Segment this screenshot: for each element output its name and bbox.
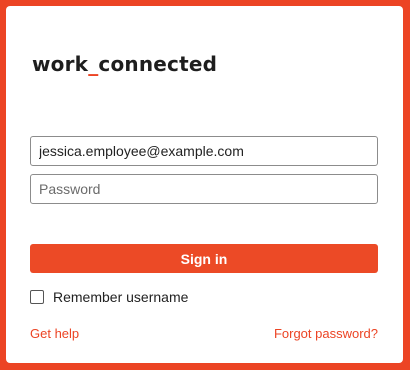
remember-username[interactable]: Remember username [30,289,188,305]
logo-text-connected: connected [98,52,218,76]
password-field[interactable] [30,174,378,204]
remember-username-label: Remember username [53,289,189,305]
get-help-link[interactable]: Get help [30,326,79,341]
brand-logo: work_connected [32,52,217,76]
logo-separator: _ [88,52,99,76]
username-field[interactable] [30,136,378,166]
forgot-password-link[interactable]: Forgot password? [274,326,378,341]
sign-in-button[interactable]: Sign in [30,244,378,273]
remember-username-checkbox[interactable] [30,290,44,304]
login-card: work_connected Sign in Remember username… [6,6,403,363]
logo-text-work: work [32,52,89,76]
